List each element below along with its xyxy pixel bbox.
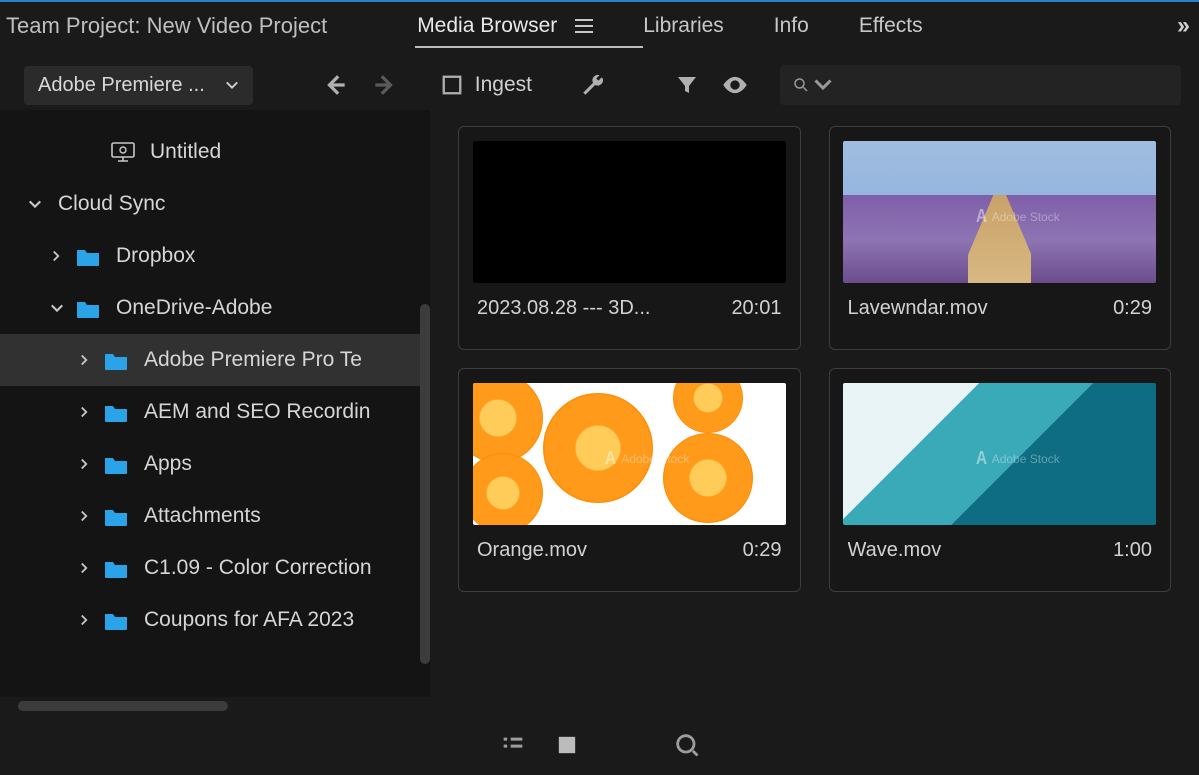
chevron-right-icon bbox=[78, 354, 104, 366]
media-grid: 2023.08.28 --- 3D... 20:01 AAdobe Stock … bbox=[430, 110, 1199, 713]
vertical-scrollbar[interactable] bbox=[420, 304, 430, 664]
eye-icon bbox=[721, 71, 749, 99]
bottom-bar bbox=[0, 713, 1199, 759]
panel-tab-bar: Team Project: New Video Project Media Br… bbox=[0, 2, 1199, 50]
folder-tree: Untitled Cloud Sync Dropbox OneDrive-Ado… bbox=[0, 110, 430, 713]
project-icon bbox=[110, 141, 140, 163]
tab-effects[interactable]: Effects bbox=[859, 14, 923, 38]
tree-item-onedrive[interactable]: OneDrive-Adobe bbox=[0, 282, 430, 334]
tree-label: AEM and SEO Recordin bbox=[134, 400, 370, 424]
media-clip[interactable]: 2023.08.28 --- 3D... 20:01 bbox=[458, 126, 801, 350]
panel-menu-icon[interactable] bbox=[575, 19, 593, 33]
checkbox-empty-icon bbox=[441, 74, 463, 96]
source-dropdown-label: Adobe Premiere ... bbox=[38, 74, 205, 97]
search-icon bbox=[792, 76, 810, 94]
clip-name: 2023.08.28 --- 3D... bbox=[477, 297, 660, 320]
tree-label: Attachments bbox=[134, 504, 261, 528]
clip-name: Orange.mov bbox=[477, 539, 597, 562]
tree-item[interactable]: Coupons for AFA 2023 bbox=[0, 594, 430, 646]
media-clip[interactable]: AAdobe Stock Orange.mov 0:29 bbox=[458, 368, 801, 592]
tab-libraries[interactable]: Libraries bbox=[643, 14, 724, 38]
folder-icon bbox=[76, 299, 106, 318]
horizontal-scrollbar[interactable] bbox=[18, 701, 228, 711]
chevron-down-icon bbox=[50, 301, 76, 315]
clip-duration: 20:01 bbox=[731, 297, 781, 320]
clip-duration: 0:29 bbox=[1113, 297, 1152, 320]
overflow-tabs-button[interactable]: ›› bbox=[1167, 12, 1197, 40]
media-clip[interactable]: AAdobe Stock Wave.mov 1:00 bbox=[829, 368, 1172, 592]
filter-button[interactable] bbox=[666, 64, 708, 106]
tree-label: C1.09 - Color Correction bbox=[134, 556, 372, 580]
arrow-right-icon bbox=[371, 72, 397, 98]
media-clip[interactable]: AAdobe Stock Lavewndar.mov 0:29 bbox=[829, 126, 1172, 350]
clip-name: Lavewndar.mov bbox=[848, 297, 998, 320]
tree-item-cloud-sync[interactable]: Cloud Sync bbox=[0, 178, 430, 230]
ingest-label: Ingest bbox=[475, 73, 532, 97]
clip-thumbnail: AAdobe Stock bbox=[830, 127, 1171, 297]
thumbnail-view-icon[interactable] bbox=[553, 731, 581, 759]
chevron-down-icon bbox=[28, 197, 54, 211]
tree-label: Cloud Sync bbox=[54, 192, 165, 216]
clip-thumbnail: AAdobe Stock bbox=[830, 369, 1171, 539]
folder-icon bbox=[104, 507, 134, 526]
chevron-right-icon bbox=[78, 406, 104, 418]
chevron-right-icon bbox=[78, 458, 104, 470]
tree-label: Untitled bbox=[140, 140, 221, 164]
arrow-left-icon bbox=[323, 72, 349, 98]
nav-back-button[interactable] bbox=[315, 64, 357, 106]
clip-duration: 0:29 bbox=[743, 539, 782, 562]
clip-duration: 1:00 bbox=[1113, 539, 1152, 562]
tree-label: OneDrive-Adobe bbox=[106, 296, 272, 320]
folder-icon bbox=[76, 247, 106, 266]
folder-icon bbox=[104, 455, 134, 474]
visibility-button[interactable] bbox=[714, 64, 756, 106]
tab-info[interactable]: Info bbox=[774, 14, 809, 38]
tree-item[interactable]: AEM and SEO Recordin bbox=[0, 386, 430, 438]
folder-icon bbox=[104, 403, 134, 422]
tree-label: Apps bbox=[134, 452, 192, 476]
tree-label: Adobe Premiere Pro Te bbox=[134, 348, 362, 372]
tree-item-untitled[interactable]: Untitled bbox=[0, 126, 430, 178]
settings-button[interactable] bbox=[572, 64, 614, 106]
tab-label: Media Browser bbox=[417, 14, 557, 38]
tab-media-browser[interactable]: Media Browser bbox=[417, 14, 593, 38]
chevron-right-icon bbox=[50, 250, 76, 262]
folder-icon bbox=[104, 351, 134, 370]
tree-item-dropbox[interactable]: Dropbox bbox=[0, 230, 430, 282]
nav-forward-button[interactable] bbox=[363, 64, 405, 106]
clip-thumbnail bbox=[459, 127, 800, 297]
list-view-icon[interactable] bbox=[499, 731, 527, 759]
folder-icon bbox=[104, 611, 134, 630]
chevron-right-icon bbox=[78, 562, 104, 574]
project-title-tab[interactable]: Team Project: New Video Project bbox=[0, 13, 357, 39]
clip-thumbnail: AAdobe Stock bbox=[459, 369, 800, 539]
chevron-right-icon bbox=[78, 510, 104, 522]
folder-icon bbox=[104, 559, 134, 578]
wrench-icon bbox=[580, 72, 606, 98]
tree-label: Coupons for AFA 2023 bbox=[134, 608, 354, 632]
tree-item[interactable]: Adobe Premiere Pro Te bbox=[0, 334, 430, 386]
search-input[interactable] bbox=[780, 65, 1181, 105]
media-browser-toolbar: Adobe Premiere ... Ingest bbox=[0, 50, 1199, 110]
tree-label: Dropbox bbox=[106, 244, 195, 268]
tree-item[interactable]: C1.09 - Color Correction bbox=[0, 542, 430, 594]
tree-item[interactable]: Apps bbox=[0, 438, 430, 490]
zoom-slider-icon[interactable] bbox=[673, 731, 701, 759]
horizontal-scrollbar-track bbox=[0, 697, 430, 713]
chevron-down-icon bbox=[225, 78, 239, 92]
chevron-right-icon bbox=[78, 614, 104, 626]
funnel-icon bbox=[675, 73, 699, 97]
chevron-down-icon bbox=[814, 76, 832, 94]
ingest-toggle[interactable]: Ingest bbox=[441, 73, 532, 97]
tree-item[interactable]: Attachments bbox=[0, 490, 430, 542]
clip-name: Wave.mov bbox=[848, 539, 952, 562]
source-dropdown[interactable]: Adobe Premiere ... bbox=[24, 66, 253, 105]
